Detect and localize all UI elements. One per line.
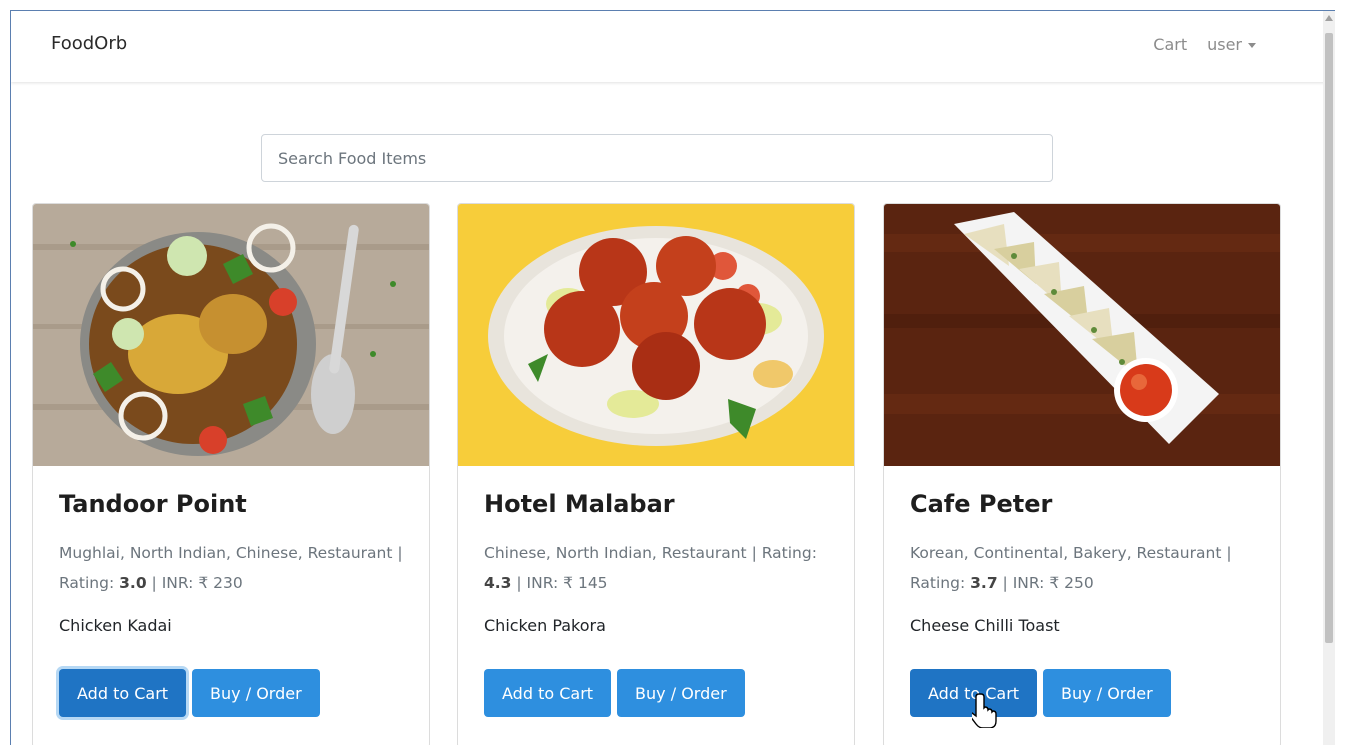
- restaurant-name: Cafe Peter: [910, 490, 1053, 518]
- restaurant-name: Hotel Malabar: [484, 490, 675, 518]
- card-actions: Add to Cart Buy / Order: [484, 669, 745, 717]
- rating-value: 4.3: [484, 574, 512, 592]
- cart-link[interactable]: Cart: [1153, 35, 1187, 54]
- restaurant-details: Korean, Continental, Bakery, Restaurant …: [910, 544, 1232, 592]
- card-body: Cafe Peter Korean, Continental, Bakery, …: [910, 490, 1266, 635]
- rating-label: Rating:: [761, 544, 817, 562]
- top-navbar: FoodOrb Cart user: [11, 11, 1335, 82]
- cuisine-list: Chinese, North Indian, Restaurant: [484, 544, 747, 562]
- food-item-name: Chicken Kadai: [59, 616, 172, 635]
- vertical-scrollbar[interactable]: [1323, 11, 1335, 745]
- hand-pointer-cursor-icon: [972, 693, 997, 728]
- caret-down-icon: [1248, 43, 1256, 48]
- card-body: Hotel Malabar Chinese, North Indian, Res…: [484, 490, 840, 635]
- food-image-chicken-kadai: [33, 204, 429, 466]
- price-label: INR:: [526, 574, 559, 592]
- rating-value: 3.7: [970, 574, 998, 592]
- buy-order-button[interactable]: Buy / Order: [617, 669, 745, 717]
- card-actions: Add to Cart Buy / Order: [910, 669, 1171, 717]
- food-image-cheese-chilli-toast: [884, 204, 1280, 466]
- restaurant-name: Tandoor Point: [59, 490, 247, 518]
- cuisine-list: Mughlai, North Indian, Chinese, Restaura…: [59, 544, 393, 562]
- browser-viewport: FoodOrb Cart user Search Food Items Tand…: [10, 10, 1335, 745]
- food-card-tandoor-point: Tandoor Point Mughlai, North Indian, Chi…: [32, 203, 430, 745]
- price-label: INR:: [161, 574, 194, 592]
- food-card-hotel-malabar: Hotel Malabar Chinese, North Indian, Res…: [457, 203, 855, 745]
- price-value: ₹ 230: [198, 574, 243, 592]
- food-item-name: Cheese Chilli Toast: [910, 616, 1060, 635]
- card-actions: Add to Cart Buy / Order: [59, 669, 320, 717]
- user-label: user: [1207, 35, 1242, 54]
- food-image-chicken-pakora: [458, 204, 854, 466]
- buy-order-button[interactable]: Buy / Order: [192, 669, 320, 717]
- food-card-cafe-peter: Cafe Peter Korean, Continental, Bakery, …: [883, 203, 1281, 745]
- card-body: Tandoor Point Mughlai, North Indian, Chi…: [59, 490, 415, 635]
- food-item-name: Chicken Pakora: [484, 616, 606, 635]
- restaurant-details: Chinese, North Indian, Restaurant | Rati…: [484, 544, 817, 592]
- price-value: ₹ 145: [563, 574, 608, 592]
- scroll-thumb[interactable]: [1325, 33, 1333, 643]
- price-value: ₹ 250: [1049, 574, 1094, 592]
- restaurant-details: Mughlai, North Indian, Chinese, Restaura…: [59, 544, 403, 592]
- add-to-cart-button[interactable]: Add to Cart: [484, 669, 612, 717]
- brand-logo[interactable]: FoodOrb: [51, 33, 127, 54]
- cuisine-list: Korean, Continental, Bakery, Restaurant: [910, 544, 1222, 562]
- nav-links: Cart user: [1153, 35, 1256, 54]
- rating-label: Rating:: [910, 574, 966, 592]
- add-to-cart-button[interactable]: Add to Cart: [59, 669, 187, 717]
- rating-label: Rating:: [59, 574, 115, 592]
- buy-order-button[interactable]: Buy / Order: [1043, 669, 1171, 717]
- price-label: INR:: [1012, 574, 1045, 592]
- scroll-up-arrow-icon[interactable]: [1325, 15, 1333, 21]
- user-dropdown[interactable]: user: [1207, 35, 1256, 54]
- rating-value: 3.0: [119, 574, 147, 592]
- search-input[interactable]: [261, 134, 1053, 182]
